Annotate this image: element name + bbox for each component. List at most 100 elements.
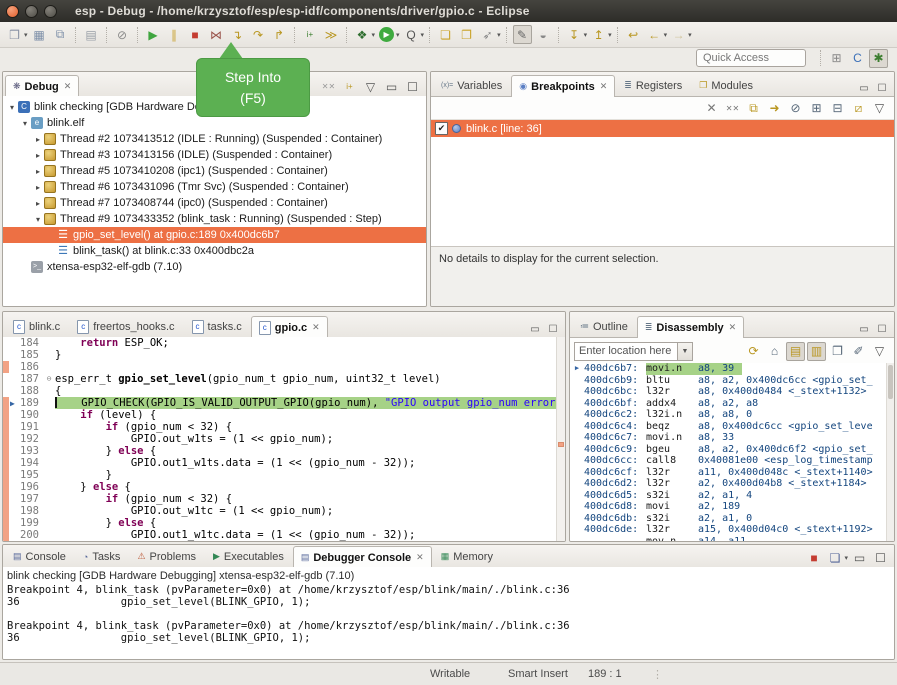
line-number[interactable]: 200 [9,529,43,541]
remove-breakpoint-icon[interactable]: ✕ [702,99,721,118]
tab-tasks-c[interactable]: ctasks.c [184,315,250,337]
remove-all-breakpoints-icon[interactable]: ✕✕ [723,99,742,118]
line-number[interactable]: 187 [9,373,43,385]
pin-icon[interactable]: ✐ [849,342,868,361]
disassembly-line[interactable]: 400dc6de:l32ra15, 0x400d04c0 <_stext+119… [570,524,894,536]
tree-item-thread-9-1073433352-bl[interactable]: ▾Thread #9 1073433352 (blink_task : Runn… [3,211,426,227]
collapsed-arrow-icon[interactable]: ▸ [33,167,43,176]
disassembly-line[interactable]: 400dc6d2:l32ra2, 0x400d04b8 <_stext+1184… [570,478,894,490]
breakpoint-checkbox[interactable]: ✔ [435,122,448,135]
disassembly-line[interactable]: 400dc6d5:s32ia2, a1, 4 [570,490,894,502]
tab-executables[interactable]: ▶Executables [205,545,292,567]
close-icon[interactable]: ✕ [64,81,72,92]
console-body[interactable]: blink checking [GDB Hardware Debugging] … [3,567,894,659]
close-icon[interactable]: ✕ [729,322,737,333]
fold-collapse-icon[interactable]: ⊖ [43,373,55,385]
code-line-192[interactable]: 192 GPIO.out_w1ts = (1 << gpio_num); [3,433,565,445]
code-text[interactable]: } else { [55,517,565,529]
code-editor[interactable]: 184 return ESP_OK;185}186187⊖esp_err_t g… [3,337,565,541]
tab-blink-c[interactable]: cblink.c [5,315,68,337]
tab-gpio-c[interactable]: cgpio.c✕ [251,316,328,338]
new-view-icon[interactable]: ❐ [828,342,847,361]
tree-item-thread-6-1073431096-tm[interactable]: ▸Thread #6 1073431096 (Tmr Svc) (Suspend… [3,179,426,195]
link-with-debug-icon[interactable]: ⧉ [744,99,763,118]
back-icon-dropdown[interactable]: ▾ [664,31,668,39]
last-edit-location-icon[interactable]: ↩ [624,25,643,44]
scrollbar-thumb[interactable] [888,365,893,399]
sync-icon[interactable]: ⟳ [744,342,763,361]
tab-freertos-hooks-c[interactable]: cfreertos_hooks.c [69,315,182,337]
line-number[interactable]: 193 [9,445,43,457]
collapsed-arrow-icon[interactable]: ▸ [33,135,43,144]
forward-icon-dropdown[interactable]: ▾ [688,31,692,39]
maximize-window-button[interactable] [44,5,57,18]
collapsed-arrow-icon[interactable]: ▸ [33,199,43,208]
tab-outline[interactable]: ≔Outline [572,315,636,337]
terminate-icon[interactable]: ■ [186,25,205,44]
disassembly-line[interactable]: 400dc6cc:call80x40081e00 <esp_log_timest… [570,455,894,467]
mark-occurrences-icon[interactable]: ✎ [513,25,532,44]
next-annotation-icon[interactable]: ↧ [565,25,584,44]
group-by-icon[interactable]: ⧄ [849,99,868,118]
code-text[interactable]: GPIO.out_w1tc = (1 << gpio_num); [55,505,565,517]
code-line-187[interactable]: 187⊖esp_err_t gpio_set_level(gpio_num_t … [3,373,565,385]
code-text[interactable]: } else { [55,445,565,457]
save-icon[interactable]: ▦ [30,25,49,44]
tab-variables[interactable]: (x)=Variables [433,74,510,96]
external-tools-icon-dropdown[interactable]: ▾ [497,31,501,39]
code-text[interactable]: esp_err_t gpio_set_level(gpio_num_t gpio… [55,373,565,385]
expanded-arrow-icon[interactable]: ▾ [33,215,43,224]
code-text[interactable]: if (level) { [55,409,565,421]
code-text[interactable]: } else { [55,481,565,493]
maximize-icon[interactable]: ☐ [545,321,561,337]
minimize-icon[interactable]: ▭ [382,77,401,96]
code-text[interactable]: GPIO_CHECK(GPIO_IS_VALID_OUTPUT_GPIO(gpi… [55,397,565,409]
close-icon[interactable]: ✕ [416,552,424,563]
code-line-197[interactable]: 197 if (gpio_num < 32) { [3,493,565,505]
tab-registers[interactable]: ≣Registers [616,74,690,96]
tree-item-thread-7-1073408744-ip[interactable]: ▸Thread #7 1073408744 (ipc0) (Suspended … [3,195,426,211]
line-number[interactable]: 191 [9,421,43,433]
minimize-icon[interactable]: ▭ [527,321,543,337]
line-number[interactable]: 198 [9,505,43,517]
disassembly-line[interactable]: ▶400dc6b7:movi.na8, 39 [570,363,894,375]
maximize-icon[interactable]: ☐ [874,321,890,337]
code-text[interactable] [55,361,565,373]
view-menu-icon[interactable]: ▽ [870,342,889,361]
code-line-190[interactable]: 190 if (level) { [3,409,565,421]
tab-debugger-console[interactable]: ▤Debugger Console✕ [293,546,432,568]
debug-button-icon-dropdown[interactable]: ▾ [372,31,376,39]
code-line-193[interactable]: 193 } else { [3,445,565,457]
new-wizard-icon[interactable]: ❒ [5,25,24,44]
code-line-196[interactable]: 196 } else { [3,481,565,493]
skip-all-breakpoints-icon[interactable]: ⊘ [786,99,805,118]
close-window-button[interactable] [6,5,19,18]
expanded-arrow-icon[interactable]: ▾ [20,119,30,128]
terminate-icon[interactable]: ■ [804,548,823,567]
open-project-folder-icon[interactable]: ❏ [436,25,455,44]
tab-memory[interactable]: ▦Memory [433,545,501,567]
home-icon[interactable]: ⌂ [765,342,784,361]
forward-icon[interactable]: → [669,25,688,44]
disassembly-line[interactable]: mov.na14, a11 [570,536,894,542]
cpp-perspective-icon[interactable]: C [848,49,867,68]
maximize-icon[interactable]: ☐ [403,77,422,96]
code-line-199[interactable]: 199 } else { [3,517,565,529]
show-source-icon[interactable]: ▤ [786,342,805,361]
line-number[interactable]: 192 [9,433,43,445]
disassembly-line[interactable]: 400dc6cf:l32ra11, 0x400d048c <_stext+114… [570,467,894,479]
code-text[interactable]: } [55,349,565,361]
back-icon[interactable]: ← [645,25,664,44]
code-text[interactable]: return ESP_OK; [55,337,565,349]
run-button-icon-dropdown[interactable]: ▾ [396,31,400,39]
code-line-198[interactable]: 198 GPIO.out_w1tc = (1 << gpio_num); [3,505,565,517]
tab-tasks[interactable]: ◔Tasks [75,545,129,567]
maximize-icon[interactable]: ☐ [871,548,890,567]
overview-ruler[interactable] [556,337,565,541]
skip-all-breakpoints-icon[interactable]: ⊘ [113,25,132,44]
tab-problems[interactable]: ⚠Problems [129,545,204,567]
step-return-icon[interactable]: ↱ [270,25,289,44]
line-number[interactable]: 184 [9,337,43,349]
display-selected-console-icon-dropdown[interactable]: ▾ [844,554,848,562]
tree-item-blink-elf[interactable]: ▾eblink.elf [3,115,426,131]
